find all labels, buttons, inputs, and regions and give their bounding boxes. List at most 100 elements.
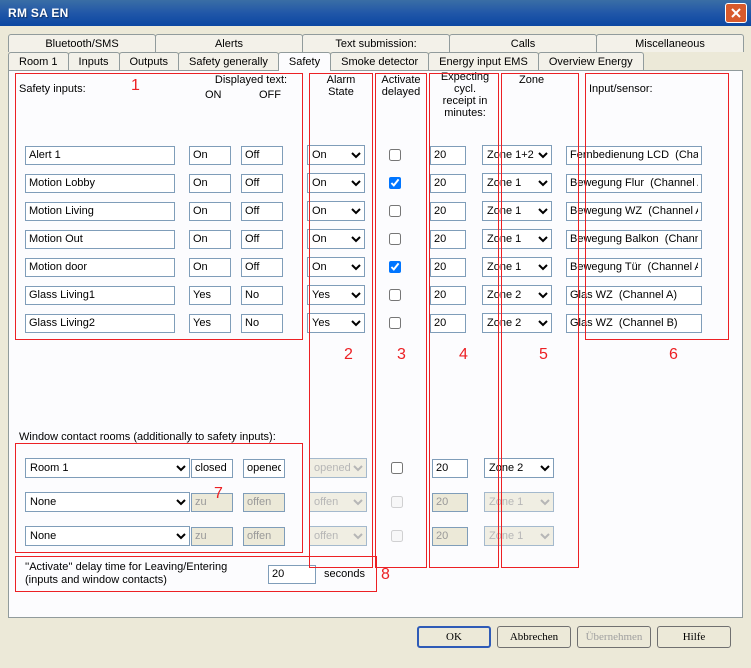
zone-select[interactable]: Zone 2 <box>482 313 552 333</box>
tab-energy-input-ems[interactable]: Energy input EMS <box>428 52 539 70</box>
tab-safety[interactable]: Safety <box>278 52 331 71</box>
tab-bluetooth-sms[interactable]: Bluetooth/SMS <box>8 34 156 52</box>
expecting-minutes-input[interactable] <box>430 286 466 305</box>
room-select[interactable]: None <box>25 492 190 512</box>
tab-overview-energy[interactable]: Overview Energy <box>538 52 644 70</box>
safety-inputs-label: Safety inputs: <box>19 83 86 95</box>
tab-alerts[interactable]: Alerts <box>155 34 303 52</box>
ok-button[interactable]: OK <box>417 626 491 648</box>
opened-text-input[interactable] <box>243 459 285 478</box>
safety-input-name[interactable] <box>25 314 175 333</box>
room-select[interactable]: Room 1 <box>25 458 190 478</box>
tab-pane-safety: Safety inputs: Displayed text: ON OFF Al… <box>8 70 743 618</box>
expecting-minutes-input[interactable] <box>430 230 466 249</box>
display-on-input[interactable] <box>189 314 231 333</box>
annotation-6: 6 <box>669 346 678 364</box>
activate-delayed-checkbox[interactable] <box>389 233 401 245</box>
display-off-input[interactable] <box>241 258 283 277</box>
alarm-state-select: opened <box>309 458 367 478</box>
tab-miscellaneous[interactable]: Miscellaneous <box>596 34 744 52</box>
alarm-state-select[interactable]: On <box>307 257 365 277</box>
display-on-input[interactable] <box>189 174 231 193</box>
safety-input-name[interactable] <box>25 174 175 193</box>
alarm-state-select[interactable]: Yes <box>307 285 365 305</box>
activate-delayed-checkbox[interactable] <box>391 462 403 474</box>
activate-delayed-checkbox <box>391 496 403 508</box>
closed-text-input <box>191 493 233 512</box>
closed-text-input[interactable] <box>191 459 233 478</box>
off-label: OFF <box>259 89 281 101</box>
zone-select[interactable]: Zone 1 <box>482 201 552 221</box>
help-button[interactable]: Hilfe <box>657 626 731 648</box>
opened-text-input <box>243 493 285 512</box>
room-select[interactable]: None <box>25 526 190 546</box>
alarm-state-select[interactable]: On <box>307 201 365 221</box>
input-sensor-field[interactable] <box>566 286 702 305</box>
input-sensor-label: Input/sensor: <box>589 83 653 95</box>
display-on-input[interactable] <box>189 146 231 165</box>
tab-room-1[interactable]: Room 1 <box>8 52 69 70</box>
input-sensor-field[interactable] <box>566 146 702 165</box>
safety-input-name[interactable] <box>25 230 175 249</box>
input-sensor-field[interactable] <box>566 202 702 221</box>
input-sensor-field[interactable] <box>566 174 702 193</box>
delay-value-input[interactable] <box>268 565 316 584</box>
expecting-minutes-input[interactable] <box>430 314 466 333</box>
expecting-minutes-input[interactable] <box>430 174 466 193</box>
display-off-input[interactable] <box>241 314 283 333</box>
tab-outputs[interactable]: Outputs <box>119 52 180 70</box>
display-off-input[interactable] <box>241 202 283 221</box>
tab-safety-generally[interactable]: Safety generally <box>178 52 279 70</box>
tab-text-submission-[interactable]: Text submission: <box>302 34 450 52</box>
input-sensor-field[interactable] <box>566 230 702 249</box>
zone-select[interactable]: Zone 1+2 <box>482 145 552 165</box>
expecting-minutes-input[interactable] <box>432 459 468 478</box>
safety-input-name[interactable] <box>25 258 175 277</box>
alarm-state-select[interactable]: Yes <box>307 313 365 333</box>
safety-input-name[interactable] <box>25 202 175 221</box>
display-off-input[interactable] <box>241 174 283 193</box>
activate-delayed-checkbox[interactable] <box>389 177 401 189</box>
display-on-input[interactable] <box>189 258 231 277</box>
zone-select: Zone 1 <box>484 526 554 546</box>
display-on-input[interactable] <box>189 286 231 305</box>
zone-label: Zone <box>519 74 544 86</box>
zone-select[interactable]: Zone 1 <box>482 173 552 193</box>
opened-text-input <box>243 527 285 546</box>
safety-input-name[interactable] <box>25 146 175 165</box>
tab-inputs[interactable]: Inputs <box>68 52 120 70</box>
input-sensor-field[interactable] <box>566 314 702 333</box>
expecting-label: Expecting cycl. receipt in minutes: <box>429 71 501 119</box>
display-off-input[interactable] <box>241 230 283 249</box>
activate-delayed-checkbox[interactable] <box>389 261 401 273</box>
alarm-state-select[interactable]: On <box>307 173 365 193</box>
safety-input-name[interactable] <box>25 286 175 305</box>
alarm-state-select[interactable]: On <box>307 229 365 249</box>
zone-select[interactable]: Zone 2 <box>484 458 554 478</box>
zone-select[interactable]: Zone 2 <box>482 285 552 305</box>
tab-smoke-detector[interactable]: Smoke detector <box>330 52 429 70</box>
zone-select[interactable]: Zone 1 <box>482 257 552 277</box>
tab-calls[interactable]: Calls <box>449 34 597 52</box>
display-on-input[interactable] <box>189 230 231 249</box>
display-off-input[interactable] <box>241 286 283 305</box>
expecting-minutes-input[interactable] <box>430 146 466 165</box>
expecting-minutes-input[interactable] <box>430 202 466 221</box>
activate-delayed-checkbox[interactable] <box>389 205 401 217</box>
zone-select: Zone 1 <box>484 492 554 512</box>
zone-select[interactable]: Zone 1 <box>482 229 552 249</box>
annotation-5: 5 <box>539 346 548 364</box>
display-off-input[interactable] <box>241 146 283 165</box>
activate-delayed-checkbox[interactable] <box>389 289 401 301</box>
close-icon[interactable] <box>725 3 747 23</box>
alarm-state-label: Alarm State <box>319 74 363 98</box>
expecting-minutes-input[interactable] <box>430 258 466 277</box>
display-on-input[interactable] <box>189 202 231 221</box>
input-sensor-field[interactable] <box>566 258 702 277</box>
cancel-button[interactable]: Abbrechen <box>497 626 571 648</box>
activate-delayed-checkbox[interactable] <box>389 317 401 329</box>
alarm-state-select: offen <box>309 492 367 512</box>
activate-delayed-checkbox[interactable] <box>389 149 401 161</box>
apply-button: Übernehmen <box>577 626 651 648</box>
alarm-state-select[interactable]: On <box>307 145 365 165</box>
